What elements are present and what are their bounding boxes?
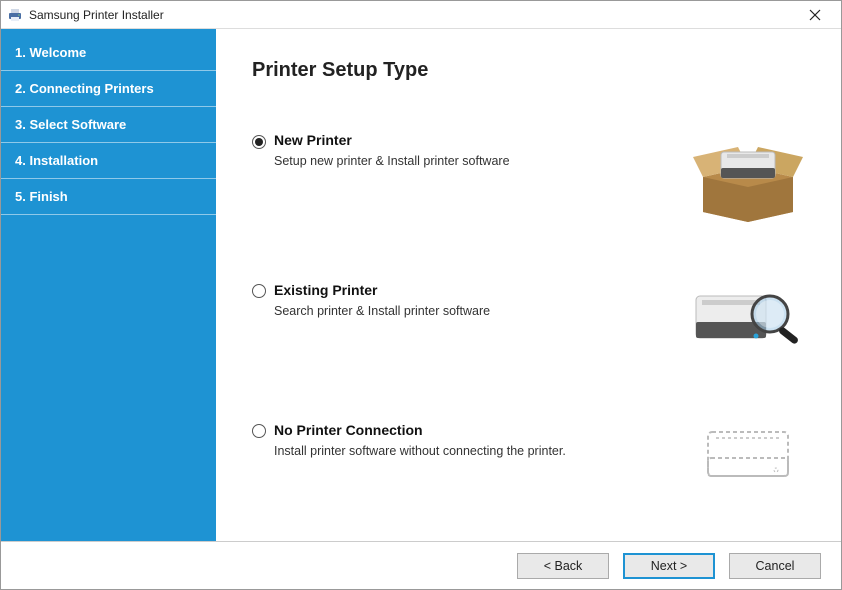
sidebar-step-connecting[interactable]: 2. Connecting Printers [1,71,216,107]
radio-no-printer[interactable] [252,424,266,438]
sidebar-step-label: 5. Finish [15,189,68,204]
sidebar-step-finish[interactable]: 5. Finish [1,179,216,215]
main-panel: Printer Setup Type New Printer Setup new… [216,29,841,541]
sidebar-step-label: 4. Installation [15,153,98,168]
option-title: Existing Printer [274,282,683,298]
next-button-label: Next > [651,559,687,573]
sidebar-step-welcome[interactable]: 1. Welcome [1,35,216,71]
option-new-printer[interactable]: New Printer Setup new printer & Install … [252,132,813,222]
option-description: Search printer & Install printer softwar… [274,304,683,318]
option-no-printer[interactable]: No Printer Connection Install printer so… [252,422,813,486]
sidebar-step-software[interactable]: 3. Select Software [1,107,216,143]
option-description: Install printer software without connect… [274,444,683,458]
option-title: No Printer Connection [274,422,683,438]
printer-magnifier-icon [683,282,813,362]
page-title: Printer Setup Type [252,59,813,82]
printer-in-box-icon [683,132,813,222]
cancel-button[interactable]: Cancel [729,553,821,579]
window-title: Samsung Printer Installer [29,8,795,22]
sidebar-step-label: 1. Welcome [15,45,86,60]
body: 1. Welcome 2. Connecting Printers 3. Sel… [1,29,841,541]
close-button[interactable] [795,1,835,29]
titlebar: Samsung Printer Installer [1,1,841,29]
installer-window: Samsung Printer Installer 1. Welcome 2. … [0,0,842,590]
back-button[interactable]: < Back [517,553,609,579]
sidebar: 1. Welcome 2. Connecting Printers 3. Sel… [1,29,216,541]
cancel-button-label: Cancel [756,559,795,573]
printer-app-icon [7,7,23,23]
option-description: Setup new printer & Install printer soft… [274,154,683,168]
radio-new-printer[interactable] [252,135,266,149]
option-title: New Printer [274,132,683,148]
sidebar-step-label: 3. Select Software [15,117,126,132]
next-button[interactable]: Next > [623,553,715,579]
close-icon [809,9,821,21]
sidebar-step-label: 2. Connecting Printers [15,81,154,96]
sidebar-step-installation[interactable]: 4. Installation [1,143,216,179]
option-existing-printer[interactable]: Existing Printer Search printer & Instal… [252,282,813,362]
radio-existing-printer[interactable] [252,284,266,298]
printer-outline-icon [683,422,813,486]
back-button-label: < Back [544,559,583,573]
footer: < Back Next > Cancel [1,541,841,589]
